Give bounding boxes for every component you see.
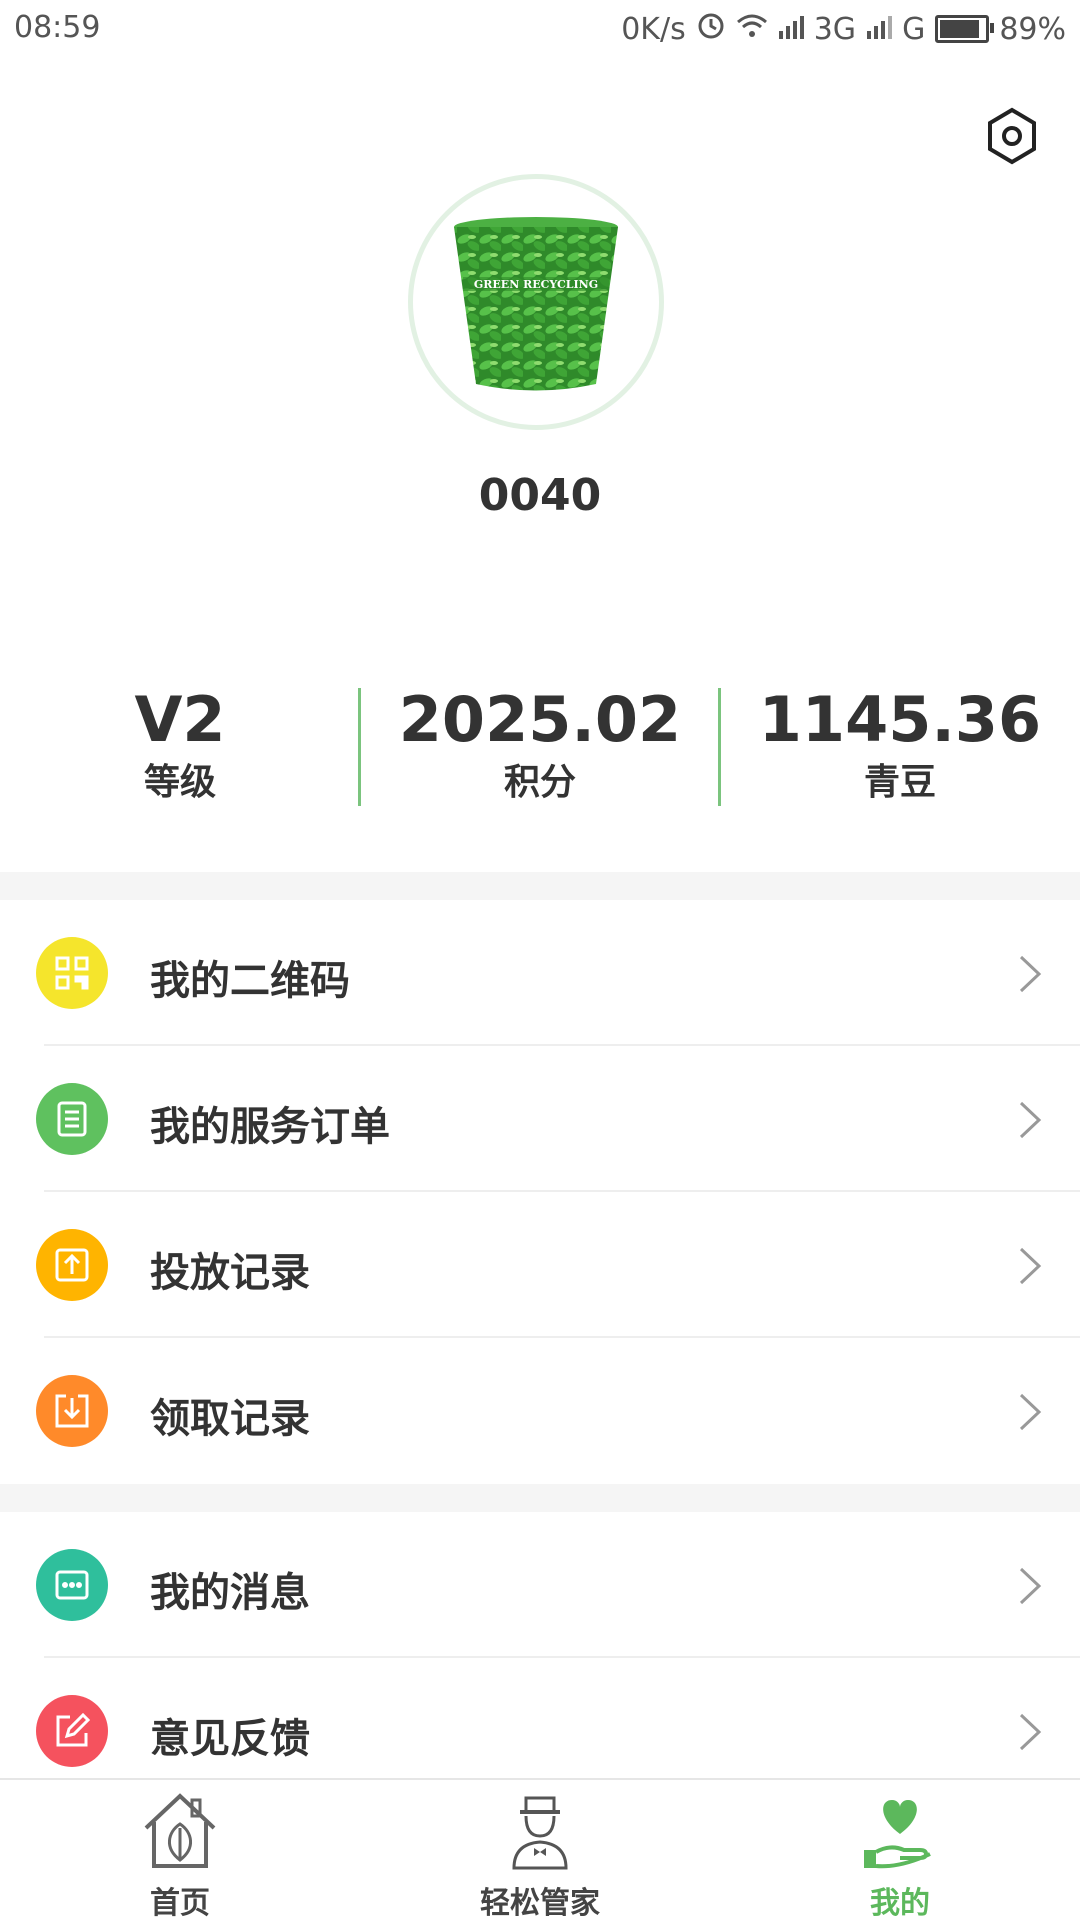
chevron-right-icon <box>1019 1393 1042 1431</box>
tab-mine[interactable]: 我的 <box>720 1780 1080 1920</box>
chevron-right-icon <box>1019 1101 1042 1139</box>
qr-code-icon <box>36 937 108 1009</box>
chevron-right-icon <box>1019 1567 1042 1605</box>
status-bar: 08:59 0K/s 3G G 89% <box>0 0 1080 58</box>
menu-label: 投放记录 <box>150 1250 310 1296</box>
edit-feedback-icon <box>36 1695 108 1767</box>
chevron-right-icon <box>1019 955 1042 993</box>
green-recycling-bin-avatar: GREEN RECYCLING <box>454 217 618 391</box>
bottom-tab-bar: 首页 轻松管家 我的 <box>0 1778 1080 1920</box>
menu-label: 我的二维码 <box>150 958 350 1004</box>
tab-home[interactable]: 首页 <box>0 1780 360 1920</box>
stat-points[interactable]: 2025.02 积分 <box>360 680 720 806</box>
order-list-icon <box>36 1083 108 1155</box>
settings-hexagon-icon <box>988 107 1036 165</box>
home-leaf-icon <box>144 1793 216 1868</box>
tab-label: 轻松管家 <box>480 1886 600 1920</box>
stat-level-label: 等级 <box>143 762 216 803</box>
settings-button[interactable] <box>980 104 1044 168</box>
wifi-icon <box>736 12 768 47</box>
message-icon <box>36 1549 108 1621</box>
signal-bars-icon <box>778 12 804 47</box>
alarm-icon <box>696 10 726 48</box>
heart-hand-icon <box>864 1800 931 1869</box>
battery-percent: 89% <box>999 11 1066 47</box>
stat-level-value: V2 <box>134 683 226 756</box>
signal-bars-icon-2 <box>866 12 893 47</box>
signal-type-2: G <box>902 11 926 47</box>
menu-item-disposal-records[interactable]: 投放记录 <box>0 1192 1080 1338</box>
upload-box-icon <box>36 1229 108 1301</box>
network-speed: 0K/s <box>621 11 686 47</box>
username: 0040 <box>478 470 602 521</box>
chevron-right-icon <box>1019 1713 1042 1751</box>
chevron-right-icon <box>1019 1247 1042 1285</box>
section-gap <box>0 1484 1080 1512</box>
stat-points-value: 2025.02 <box>398 683 682 756</box>
menu-label: 意见反馈 <box>150 1716 310 1762</box>
stat-beans-label: 青豆 <box>863 762 936 803</box>
menu-item-qrcode[interactable]: 我的二维码 <box>0 900 1080 1046</box>
tab-label: 首页 <box>150 1886 210 1920</box>
signal-type-1: 3G <box>813 11 857 47</box>
menu-label: 我的消息 <box>150 1570 310 1616</box>
avatar[interactable]: GREEN RECYCLING <box>408 174 664 430</box>
section-gap <box>0 872 1080 900</box>
svg-text:GREEN RECYCLING: GREEN RECYCLING <box>474 278 598 291</box>
butler-icon <box>512 1796 568 1870</box>
stat-level[interactable]: V2 等级 <box>0 680 360 806</box>
menu-label: 领取记录 <box>150 1396 310 1442</box>
battery-icon <box>935 15 995 43</box>
stat-points-label: 积分 <box>503 762 576 803</box>
status-time: 08:59 <box>14 10 101 45</box>
tab-label: 我的 <box>870 1886 930 1920</box>
status-indicators: 0K/s 3G G 89% <box>621 10 1066 48</box>
profile-screen: 08:59 0K/s 3G G 89% GREEN RECYCLING 0040… <box>0 0 1080 1920</box>
menu-label: 我的服务订单 <box>150 1104 390 1150</box>
menu-item-service-orders[interactable]: 我的服务订单 <box>0 1046 1080 1192</box>
stats-row: V2 等级 2025.02 积分 1145.36 青豆 <box>0 680 1080 820</box>
download-box-icon <box>36 1375 108 1447</box>
stat-beans[interactable]: 1145.36 青豆 <box>720 680 1080 806</box>
menu-item-messages[interactable]: 我的消息 <box>0 1512 1080 1658</box>
menu-item-collect-records[interactable]: 领取记录 <box>0 1338 1080 1484</box>
stat-beans-value: 1145.36 <box>758 683 1042 756</box>
tab-butler[interactable]: 轻松管家 <box>360 1780 720 1920</box>
